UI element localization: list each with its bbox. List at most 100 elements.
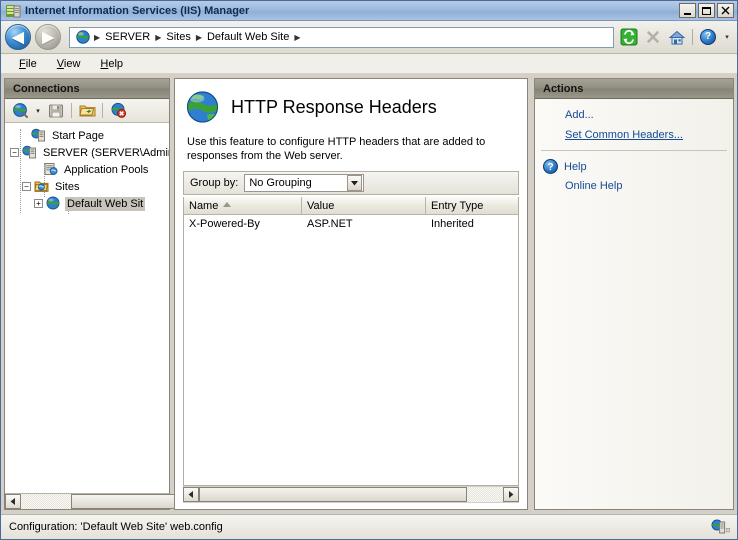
address-bar[interactable]: ▶ SERVER ▶ Sites ▶ Default Web Site ▶ bbox=[69, 26, 614, 48]
title-bar: Internet Information Services (IIS) Mana… bbox=[1, 1, 737, 21]
breadcrumb-sites[interactable]: Sites bbox=[163, 31, 193, 43]
navigation-bar: ◀ ▶ ▶ SERVER ▶ Sites ▶ Default Web Site … bbox=[1, 21, 737, 54]
help-circle-icon: ? bbox=[543, 159, 558, 174]
forward-arrow-icon: ▶ bbox=[42, 28, 54, 46]
connections-horizontal-scrollbar[interactable] bbox=[5, 493, 185, 509]
forward-button[interactable]: ▶ bbox=[35, 24, 61, 50]
cell-value: ASP.NET bbox=[307, 217, 353, 230]
toolbar-separator bbox=[102, 103, 103, 118]
list-horizontal-scrollbar[interactable] bbox=[183, 486, 519, 503]
tree-expander-expand[interactable]: + bbox=[34, 199, 43, 208]
maximize-button[interactable] bbox=[698, 3, 715, 18]
tree-expander-collapse[interactable]: − bbox=[22, 182, 31, 191]
back-button[interactable]: ◀ bbox=[5, 24, 31, 50]
scroll-track[interactable] bbox=[199, 487, 503, 502]
headers-list: Name Value Entry Type X-Powered-By ASP.N… bbox=[183, 197, 519, 486]
feature-header: HTTP Response Headers bbox=[175, 79, 527, 125]
start-page-icon bbox=[31, 128, 47, 143]
column-header-entry-type[interactable]: Entry Type bbox=[426, 197, 518, 215]
tree-item-application-pools[interactable]: Application Pools bbox=[5, 161, 169, 178]
action-help[interactable]: ? Help bbox=[535, 156, 733, 177]
help-dropdown-button[interactable]: ▾ bbox=[721, 26, 733, 48]
tree-expander-collapse[interactable]: − bbox=[10, 148, 19, 157]
chevron-down-icon[interactable] bbox=[347, 175, 363, 191]
tree-item-start-page[interactable]: Start Page bbox=[5, 127, 169, 144]
scroll-right-button[interactable] bbox=[503, 487, 519, 502]
actions-pane: Actions Add... Set Common Headers... ? H… bbox=[534, 78, 734, 510]
list-header-row: Name Value Entry Type bbox=[184, 197, 518, 215]
tree-item-default-web-site[interactable]: + Default Web Sit bbox=[5, 195, 169, 212]
server-icon bbox=[22, 145, 38, 160]
delete-connection-button[interactable] bbox=[107, 101, 129, 121]
window-controls bbox=[679, 3, 734, 18]
tree-item-sites[interactable]: − Sites bbox=[5, 178, 169, 195]
tree-item-label: Application Pools bbox=[64, 163, 149, 176]
refresh-button[interactable] bbox=[618, 26, 640, 48]
sites-folder-icon bbox=[34, 179, 50, 194]
actions-list: Add... Set Common Headers... ? Help Onli… bbox=[535, 99, 733, 509]
navigation-tools: ? ▾ bbox=[618, 26, 733, 48]
new-connection-button[interactable] bbox=[76, 101, 98, 121]
chevron-down-icon: ▾ bbox=[36, 107, 40, 115]
tree-item-server[interactable]: − SERVER (SERVER\Admin bbox=[5, 144, 169, 161]
column-label: Value bbox=[307, 199, 335, 212]
window-title: Internet Information Services (IIS) Mana… bbox=[25, 4, 250, 17]
table-row[interactable]: X-Powered-By ASP.NET Inherited bbox=[184, 215, 518, 232]
breadcrumb-separator: ▶ bbox=[294, 32, 301, 42]
globe-icon bbox=[74, 29, 92, 45]
tree-item-label: Sites bbox=[55, 180, 80, 193]
action-set-common-headers[interactable]: Set Common Headers... bbox=[535, 125, 733, 145]
connect-to-button[interactable] bbox=[9, 101, 31, 121]
save-connections-button[interactable] bbox=[45, 101, 67, 121]
menu-file-label: ile bbox=[25, 57, 37, 70]
content-pane: HTTP Response Headers Use this feature t… bbox=[174, 78, 528, 510]
breadcrumb-separator: ▶ bbox=[195, 32, 202, 42]
group-by-label: Group by: bbox=[190, 177, 239, 189]
tree-item-label: SERVER (SERVER\Admin bbox=[43, 146, 169, 159]
back-arrow-icon: ◀ bbox=[12, 28, 24, 46]
column-label: Entry Type bbox=[431, 199, 484, 212]
menu-view[interactable]: View bbox=[47, 56, 91, 72]
cell-entry-type: Inherited bbox=[431, 217, 474, 230]
action-add[interactable]: Add... bbox=[535, 105, 733, 125]
page-title: HTTP Response Headers bbox=[231, 96, 437, 117]
close-button[interactable] bbox=[717, 3, 734, 18]
iis-manager-icon bbox=[5, 4, 21, 18]
iis-manager-window: Internet Information Services (IIS) Mana… bbox=[0, 0, 738, 540]
http-response-headers-icon bbox=[185, 89, 221, 125]
tree-item-label: Default Web Sit bbox=[65, 196, 146, 211]
connect-dropdown-arrow[interactable]: ▾ bbox=[33, 101, 43, 121]
cell-name: X-Powered-By bbox=[189, 217, 260, 230]
connections-toolbar: ▾ bbox=[5, 99, 169, 123]
group-by-value: No Grouping bbox=[249, 177, 312, 189]
menu-file[interactable]: File bbox=[9, 56, 47, 72]
status-text: Configuration: 'Default Web Site' web.co… bbox=[9, 521, 223, 533]
tree-item-label: Start Page bbox=[52, 129, 104, 142]
help-circle-icon: ? bbox=[700, 29, 716, 45]
action-online-help-label: Online Help bbox=[565, 180, 623, 192]
menu-help[interactable]: Help bbox=[90, 56, 133, 72]
group-by-select[interactable]: No Grouping bbox=[244, 174, 365, 192]
scroll-left-button[interactable] bbox=[5, 494, 21, 509]
scroll-thumb[interactable] bbox=[71, 494, 185, 509]
menu-help-label: elp bbox=[108, 57, 124, 70]
list-body[interactable]: X-Powered-By ASP.NET Inherited bbox=[184, 215, 518, 485]
menu-view-label: iew bbox=[63, 57, 81, 70]
sort-ascending-icon bbox=[223, 202, 232, 209]
connections-tree[interactable]: Start Page − SERVER (SERVER\Admin Applic… bbox=[5, 123, 169, 493]
toolbar-separator bbox=[71, 103, 72, 118]
scroll-thumb[interactable] bbox=[199, 487, 467, 502]
breadcrumb-default-web-site[interactable]: Default Web Site bbox=[204, 31, 292, 43]
scroll-track[interactable] bbox=[21, 494, 185, 509]
column-header-name[interactable]: Name bbox=[184, 197, 302, 215]
breadcrumb-separator: ▶ bbox=[94, 32, 101, 42]
minimize-button[interactable] bbox=[679, 3, 696, 18]
home-button[interactable] bbox=[666, 26, 688, 48]
breadcrumb-server[interactable]: SERVER bbox=[102, 31, 153, 43]
scroll-left-button[interactable] bbox=[183, 487, 199, 502]
breadcrumb-separator: ▶ bbox=[155, 32, 162, 42]
connections-pane: Connections ▾ Start Page − SERVER (SERVE… bbox=[4, 78, 185, 510]
action-online-help[interactable]: Online Help bbox=[535, 177, 733, 195]
help-button[interactable]: ? bbox=[697, 26, 719, 48]
column-header-value[interactable]: Value bbox=[302, 197, 426, 215]
